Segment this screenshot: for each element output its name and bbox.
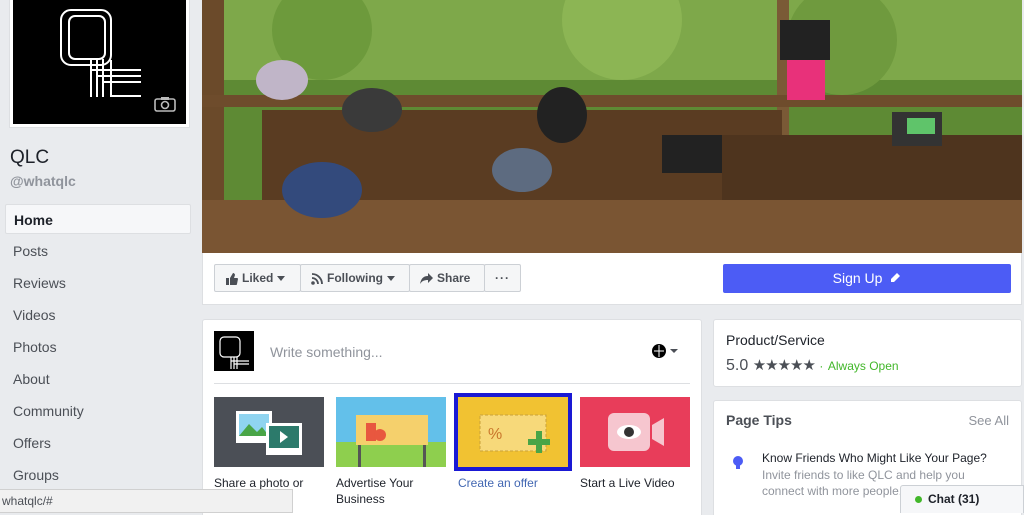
page-tips-title: Page Tips (726, 412, 792, 428)
page-nav: Home Posts Reviews Videos Photos About C… (5, 204, 191, 492)
avatar (214, 331, 254, 371)
video-camera-icon (608, 413, 664, 451)
rss-icon (311, 272, 323, 285)
svg-text:%: % (488, 426, 502, 443)
about-card: Product/Service 5.0 ★★★★★ · Always Open (713, 319, 1022, 387)
profile-picture[interactable] (9, 0, 190, 128)
qlc-logo (60, 9, 141, 97)
page-name[interactable]: QLC (10, 147, 49, 169)
globe-icon (652, 344, 678, 358)
megaphone-icon (336, 415, 446, 467)
rating-value: 5.0 (726, 357, 749, 374)
more-dots-icon: ··· (495, 271, 510, 285)
post-input[interactable]: Write something... (270, 344, 383, 360)
nav-item-photos[interactable]: Photos (5, 332, 191, 364)
share-button[interactable]: Share (409, 264, 485, 292)
chat-label: Chat (31) (928, 492, 980, 506)
chevron-down-icon (387, 276, 395, 282)
cover-photo[interactable] (202, 0, 1022, 253)
post-composer: Write something... % Share a photo or Ad… (202, 319, 702, 515)
camera-icon[interactable] (154, 96, 176, 112)
photo-tile[interactable] (214, 397, 324, 467)
nav-item-groups[interactable]: Groups (5, 460, 191, 492)
share-label: Share (437, 271, 471, 285)
page-action-bar: Liked Following Share ··· Sign Up (202, 253, 1022, 305)
nav-item-home[interactable]: Home (5, 204, 191, 234)
photo-icon (236, 411, 302, 455)
separator: · (819, 359, 824, 373)
browser-status-url: whatqlc/# (0, 489, 293, 513)
thumbs-up-icon (226, 272, 238, 285)
page-category[interactable]: Product/Service (726, 332, 825, 348)
chevron-down-icon (277, 276, 286, 282)
rating-stars: ★★★★★ (752, 357, 816, 374)
more-button[interactable]: ··· (484, 264, 521, 292)
tip-heading[interactable]: Know Friends Who Might Like Your Page? (762, 451, 987, 465)
chat-tab[interactable]: Chat (31) (900, 485, 1024, 513)
pencil-icon (891, 273, 901, 282)
lightbulb-icon (733, 456, 743, 469)
offer-tile[interactable]: % (454, 393, 572, 471)
live-video-tile-label[interactable]: Start a Live Video (580, 475, 692, 491)
following-button[interactable]: Following (300, 264, 410, 292)
live-video-tile[interactable] (580, 397, 690, 467)
audience-selector[interactable] (651, 343, 679, 364)
sign-up-button[interactable]: Sign Up (723, 264, 1011, 293)
nav-item-about[interactable]: About (5, 364, 191, 396)
advertise-tile[interactable] (336, 397, 446, 467)
nav-item-posts[interactable]: Posts (5, 236, 191, 268)
liked-button[interactable]: Liked (214, 264, 301, 292)
nav-item-videos[interactable]: Videos (5, 300, 191, 332)
liked-label: Liked (242, 271, 274, 285)
coupon-icon: % (479, 414, 550, 453)
sign-up-label: Sign Up (832, 270, 883, 286)
following-label: Following (327, 271, 383, 285)
nav-item-reviews[interactable]: Reviews (5, 268, 191, 300)
advertise-tile-label[interactable]: Advertise Your Business (336, 475, 448, 507)
nav-item-offers[interactable]: Offers (5, 428, 191, 460)
share-arrow-icon (420, 273, 433, 285)
hours-status: Always Open (827, 359, 899, 373)
page-handle[interactable]: @whatqlc (10, 173, 76, 189)
online-dot-icon (915, 496, 922, 503)
rating-row[interactable]: 5.0 ★★★★★ · Always Open (726, 356, 899, 375)
see-all-link[interactable]: See All (969, 413, 1009, 428)
divider (214, 383, 690, 384)
nav-item-community[interactable]: Community (5, 396, 191, 428)
offer-tile-label[interactable]: Create an offer (458, 475, 570, 491)
